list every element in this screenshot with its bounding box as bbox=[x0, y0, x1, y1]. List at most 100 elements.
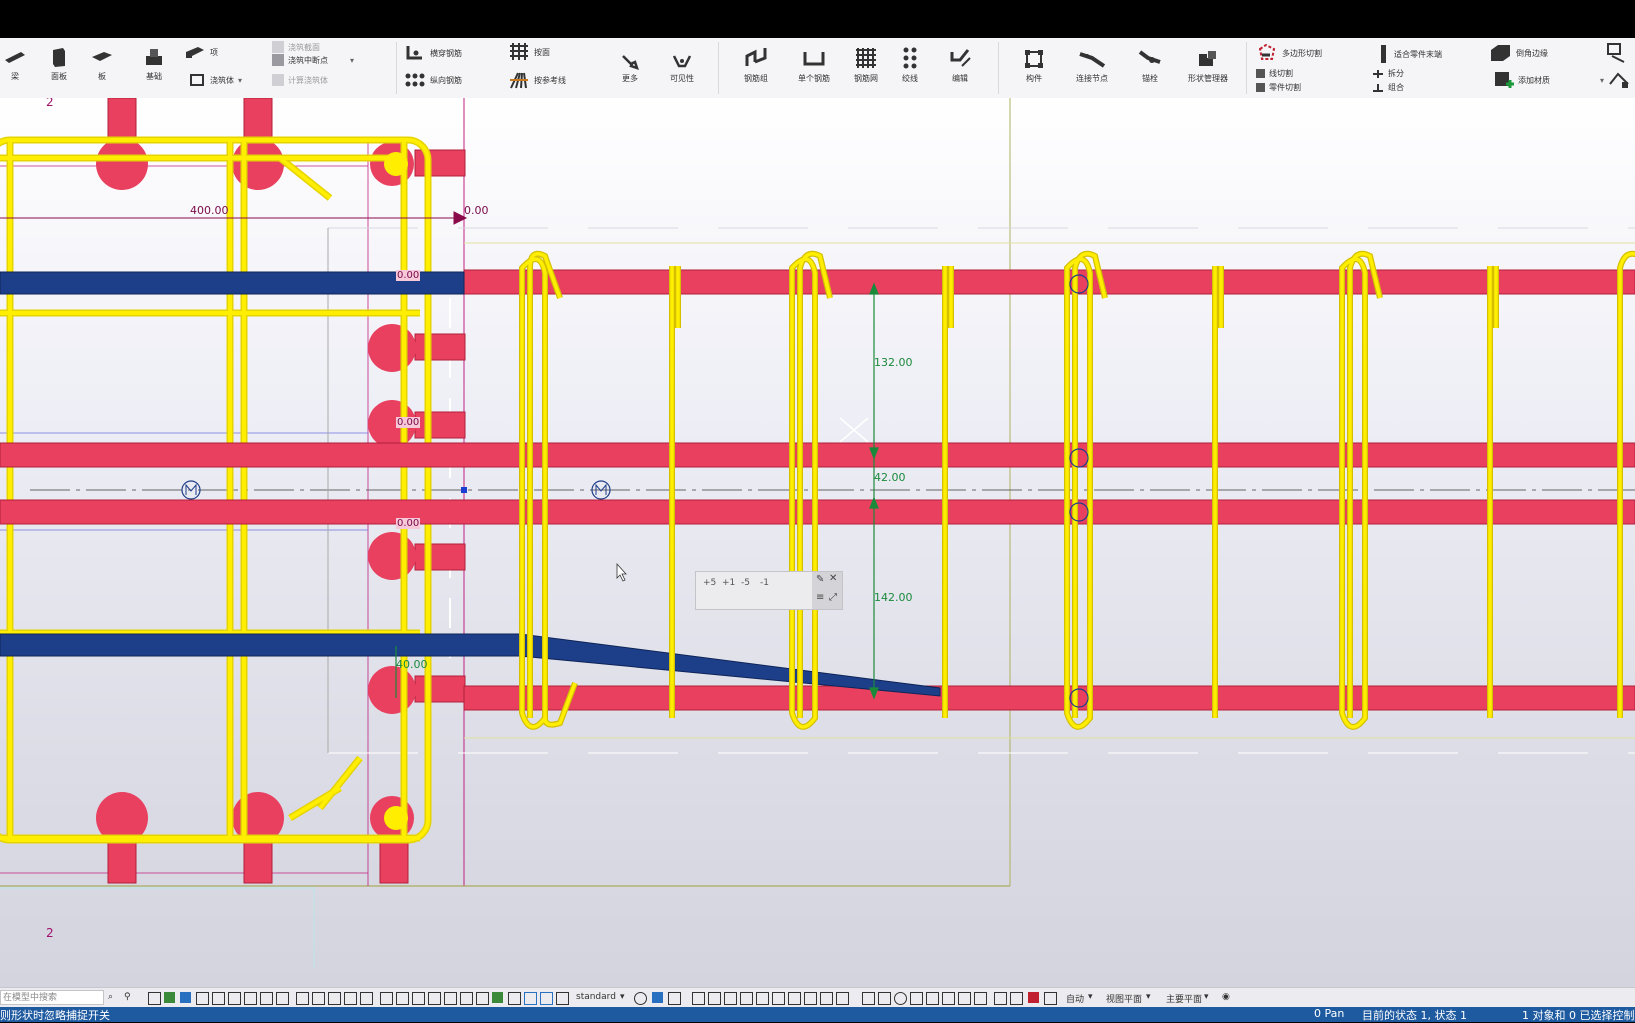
pin-icon[interactable]: ✎ bbox=[816, 574, 824, 585]
pour-midpoint-button[interactable]: 浇筑中断点 ▾ bbox=[272, 54, 354, 66]
snap-geo-icon-9[interactable] bbox=[994, 992, 1007, 1005]
snap-point-icon-7[interactable] bbox=[788, 992, 801, 1005]
polygon-cut-button[interactable]: 多边形切割 bbox=[1256, 43, 1322, 63]
main-plane-dropdown-icon[interactable]: ▾ bbox=[1204, 992, 1209, 1002]
tool-beam[interactable]: 梁 bbox=[2, 46, 28, 82]
select-icon[interactable] bbox=[148, 992, 161, 1005]
close-icon[interactable]: ✕ bbox=[829, 573, 837, 584]
snap-geo-icon-12[interactable] bbox=[1044, 992, 1057, 1005]
add-material-button[interactable]: 添加材质 bbox=[1492, 70, 1550, 90]
search-icon[interactable]: ⌕ bbox=[108, 992, 113, 1002]
pour-break-button[interactable]: 浇筑截面 bbox=[272, 41, 320, 53]
tool-more[interactable]: 更多 bbox=[614, 52, 646, 84]
snap-point-icon-2[interactable] bbox=[708, 992, 721, 1005]
snap-icon-13[interactable] bbox=[492, 992, 503, 1003]
menu-icon[interactable]: ≡ bbox=[816, 592, 824, 603]
ref-line-button[interactable]: 按参考线 bbox=[508, 70, 566, 90]
select-all-icon[interactable] bbox=[180, 992, 191, 1003]
snap-icon-1[interactable] bbox=[296, 992, 309, 1005]
snap-icon-2[interactable] bbox=[312, 992, 325, 1005]
snap-geo-icon-7[interactable] bbox=[958, 992, 971, 1005]
combine-button[interactable]: 组合 bbox=[1372, 82, 1404, 93]
ribbon-overflow-top[interactable] bbox=[1604, 42, 1628, 64]
tool-anchor[interactable]: 锚栓 bbox=[1136, 48, 1164, 84]
tool-strand[interactable]: 绞线 bbox=[898, 46, 922, 84]
chamfer-edge-button[interactable]: 倒角边缘 bbox=[1488, 42, 1548, 64]
line-cut-button[interactable]: 线切割 bbox=[1256, 68, 1293, 79]
tool-connection[interactable]: 连接节点 bbox=[1072, 48, 1112, 84]
calc-pour-button[interactable]: 计算浇筑体 bbox=[272, 74, 328, 86]
snap-point-icon-1[interactable] bbox=[692, 992, 705, 1005]
tool-shape-manager[interactable]: 形状管理器 bbox=[1184, 48, 1232, 84]
select-bolt-icon[interactable] bbox=[244, 992, 257, 1005]
snap-geo-icon-1[interactable] bbox=[862, 992, 875, 1005]
step-minus-5[interactable]: -5 bbox=[741, 578, 750, 588]
snap-point-icon-9[interactable] bbox=[820, 992, 833, 1005]
standard-select[interactable]: standard bbox=[576, 992, 616, 1002]
ribbon-overflow-bottom[interactable]: ▾ bbox=[1600, 70, 1630, 90]
expand-icon[interactable]: ⤢ bbox=[829, 592, 837, 603]
tool-footing[interactable]: 基础 bbox=[140, 46, 168, 82]
visibility-toggle-icon[interactable] bbox=[668, 992, 681, 1005]
snap-geo-icon-5[interactable] bbox=[926, 992, 939, 1005]
snap-icon-4[interactable] bbox=[344, 992, 357, 1005]
snap-icon-15[interactable] bbox=[524, 992, 537, 1005]
part-cut-button[interactable]: 零件切割 bbox=[1256, 82, 1301, 93]
snap-point-icon-8[interactable] bbox=[804, 992, 817, 1005]
snap-geo-icon-10[interactable] bbox=[1010, 992, 1023, 1005]
snap-icon-6[interactable] bbox=[380, 992, 393, 1005]
snap-mode-icon[interactable] bbox=[652, 992, 663, 1003]
filter-icon[interactable] bbox=[164, 992, 175, 1003]
auto-select[interactable]: 自动 bbox=[1066, 992, 1084, 1005]
snap-icon-16[interactable] bbox=[540, 992, 553, 1005]
tool-mesh[interactable]: 钢筋网 bbox=[850, 46, 882, 84]
snap-geo-icon-8[interactable] bbox=[974, 992, 987, 1005]
snap-icon-10[interactable] bbox=[444, 992, 457, 1005]
split-button[interactable]: 拆分 bbox=[1372, 68, 1404, 79]
step-minus-1[interactable]: -1 bbox=[760, 578, 769, 588]
select-rebar-icon[interactable] bbox=[276, 992, 289, 1005]
snap-point-icon-6[interactable] bbox=[772, 992, 785, 1005]
snap-geo-icon-6[interactable] bbox=[942, 992, 955, 1005]
pour-body-button[interactable]: 浇筑体 ▾ bbox=[188, 72, 242, 88]
step-plus-5[interactable]: +5 bbox=[703, 578, 716, 588]
select-weld-icon[interactable] bbox=[260, 992, 273, 1005]
tool-rebar-group[interactable]: 钢筋组 bbox=[738, 46, 774, 84]
view-plane-dropdown-icon[interactable]: ▾ bbox=[1146, 992, 1151, 1002]
tool-visibility[interactable]: 可见性 bbox=[665, 52, 699, 84]
view-plane-select[interactable]: 视图平面 bbox=[1106, 992, 1142, 1005]
tool-slab[interactable]: 板 bbox=[90, 46, 114, 82]
main-plane-select[interactable]: 主要平面 bbox=[1166, 992, 1202, 1005]
snap-geo-icon-11[interactable] bbox=[1028, 992, 1039, 1003]
snap-icon-5[interactable] bbox=[360, 992, 373, 1005]
step-plus-1[interactable]: +1 bbox=[722, 578, 735, 588]
snap-point-icon-4[interactable] bbox=[740, 992, 753, 1005]
select-assembly-icon[interactable] bbox=[212, 992, 225, 1005]
snap-point-icon-10[interactable] bbox=[836, 992, 849, 1005]
snap-icon-8[interactable] bbox=[412, 992, 425, 1005]
snap-point-icon-5[interactable] bbox=[756, 992, 769, 1005]
model-viewport[interactable]: 2 2 400.00 0.00 0.00 0.00 0.00 40.00 132… bbox=[0, 98, 1635, 990]
fit-part-end-button[interactable]: 适合零件末端 bbox=[1376, 43, 1442, 65]
plane-icon[interactable] bbox=[634, 992, 647, 1005]
snap-icon-17[interactable] bbox=[556, 992, 569, 1005]
tool-edit-rebar[interactable]: 编辑 bbox=[946, 46, 974, 84]
snap-point-icon-3[interactable] bbox=[724, 992, 737, 1005]
snap-geo-icon-2[interactable] bbox=[878, 992, 891, 1005]
eye-icon[interactable]: ◉ bbox=[1222, 992, 1230, 1002]
snap-icon-3[interactable] bbox=[328, 992, 341, 1005]
surface-button[interactable]: 按面 bbox=[508, 42, 550, 62]
standard-dropdown-icon[interactable]: ▾ bbox=[620, 992, 625, 1002]
snap-icon-9[interactable] bbox=[428, 992, 441, 1005]
snap-icon-7[interactable] bbox=[396, 992, 409, 1005]
snap-geo-icon-4[interactable] bbox=[910, 992, 923, 1005]
snap-icon-11[interactable] bbox=[460, 992, 473, 1005]
snap-icon-14[interactable] bbox=[508, 992, 521, 1005]
tool-single-rebar[interactable]: 单个钢筋 bbox=[794, 46, 834, 84]
snap-geo-icon-3[interactable] bbox=[894, 992, 907, 1005]
snap-icon-12[interactable] bbox=[476, 992, 489, 1005]
longitudinal-rebar-button[interactable]: 纵向钢筋 bbox=[404, 72, 462, 88]
select-grid-icon[interactable] bbox=[228, 992, 241, 1005]
search-options-icon[interactable]: ⚲ bbox=[124, 992, 131, 1002]
pour-object-button[interactable]: 项 bbox=[184, 44, 218, 60]
